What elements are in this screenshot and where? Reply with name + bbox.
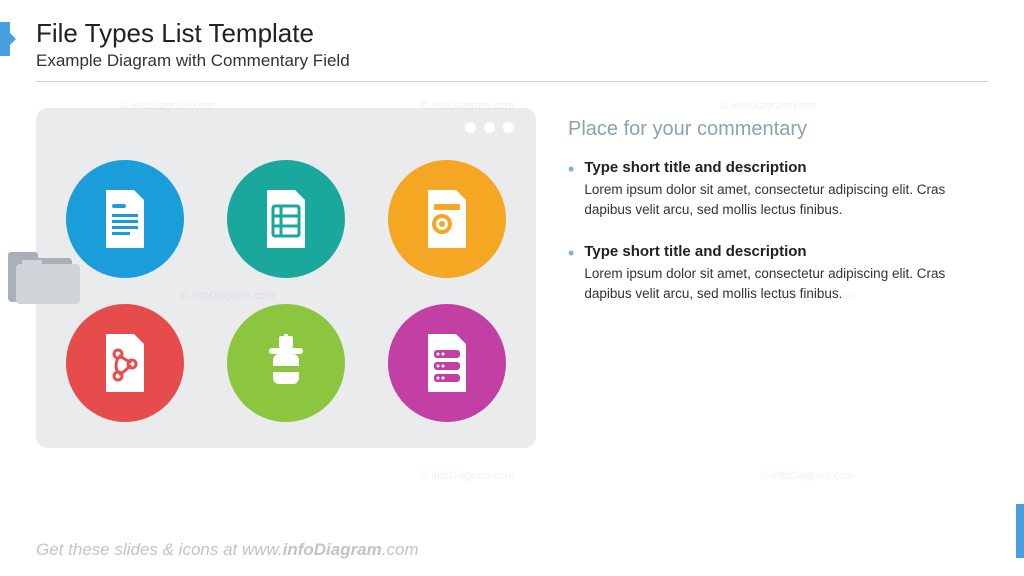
page-title: File Types List Template xyxy=(36,18,1024,49)
pdf-file-icon xyxy=(100,334,150,392)
commentary-heading: Place for your commentary xyxy=(568,118,988,141)
commentary-item: • Type short title and description Lorem… xyxy=(568,243,988,305)
watermark: © infoDiagram.com xyxy=(760,470,854,482)
diagram-panel xyxy=(36,108,536,448)
commentary-item: • Type short title and description Lorem… xyxy=(568,159,988,221)
file-type-grid xyxy=(62,160,510,422)
browser-frame xyxy=(36,108,536,448)
window-dot xyxy=(503,122,514,133)
file-type-tile xyxy=(227,304,345,422)
folder-icon xyxy=(8,248,82,313)
commentary-panel: Place for your commentary • Type short t… xyxy=(568,108,988,448)
database-file-icon xyxy=(422,334,472,392)
spreadsheet-icon xyxy=(261,190,311,248)
footer-attribution: Get these slides & icons at www.infoDiag… xyxy=(36,540,419,560)
commentary-item-title: Type short title and description xyxy=(584,159,988,176)
footer-brand: infoDiagram xyxy=(283,540,382,559)
file-type-tile xyxy=(66,304,184,422)
main-content: Place for your commentary • Type short t… xyxy=(0,82,1024,448)
commentary-item-body: Lorem ipsum dolor sit amet, consectetur … xyxy=(584,264,988,305)
accent-stripe-left xyxy=(0,22,10,56)
watermark: © infoDiagram.com xyxy=(420,470,514,482)
archive-zip-icon xyxy=(259,334,313,392)
file-type-tile xyxy=(66,160,184,278)
bullet-icon: • xyxy=(568,159,574,221)
footer-suffix: .com xyxy=(382,540,419,559)
commentary-item-body: Lorem ipsum dolor sit amet, consectetur … xyxy=(584,180,988,221)
file-type-tile xyxy=(227,160,345,278)
file-type-tile xyxy=(388,160,506,278)
window-controls xyxy=(465,122,514,133)
media-file-icon xyxy=(422,190,472,248)
footer-prefix: Get these slides & icons at www. xyxy=(36,540,283,559)
page-subtitle: Example Diagram with Commentary Field xyxy=(36,51,1024,71)
commentary-item-title: Type short title and description xyxy=(584,243,988,260)
window-dot xyxy=(465,122,476,133)
document-text-icon xyxy=(100,190,150,248)
window-dot xyxy=(484,122,495,133)
accent-stripe-bottom-right xyxy=(1016,504,1024,558)
bullet-icon: • xyxy=(568,243,574,305)
header: File Types List Template Example Diagram… xyxy=(0,0,1024,71)
file-type-tile xyxy=(388,304,506,422)
